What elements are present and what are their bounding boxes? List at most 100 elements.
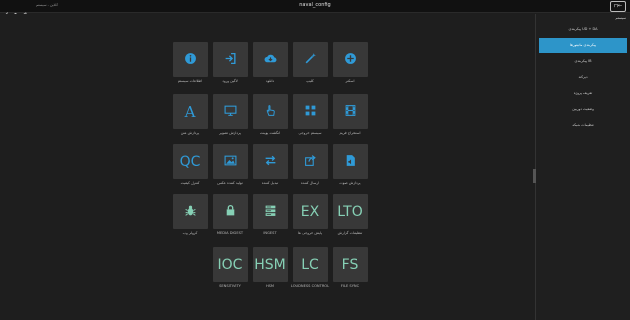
app-tile[interactable]: ارسال کننده xyxy=(290,144,330,185)
app-tile[interactable]: کرولر وب xyxy=(170,194,210,235)
tile-label: تبدیل کننده xyxy=(261,181,279,185)
main-area: اطلاعات سیستم لاگین ورود دانلود کلیپ اسکنر A پ… xyxy=(0,14,535,320)
tile-label: FILE SYNC xyxy=(340,284,360,288)
tile-label: LOUDNESS CONTROL xyxy=(290,284,330,288)
tile-label: لاگین ورود xyxy=(222,79,238,83)
tile-abbreviation: LTO xyxy=(337,203,363,220)
info-icon xyxy=(184,50,197,69)
tile-abbreviation: EX xyxy=(300,203,320,220)
app-tile[interactable]: استخراج فریم xyxy=(330,94,370,135)
tile-label: انگشت پوینت xyxy=(259,131,281,135)
tile-label: پردازش تصویر xyxy=(219,131,241,135)
app-tile[interactable]: EX پایش خروجی ها xyxy=(290,194,330,235)
tile-label: MEDIA DIGEST xyxy=(216,231,244,235)
tile-label: کنترل کیفیت xyxy=(180,181,200,185)
app-tile[interactable]: تولید کننده عکس xyxy=(210,144,250,185)
app-tile[interactable]: کلیپ xyxy=(290,42,330,83)
tile-label: اسکنر xyxy=(345,79,355,83)
app-tile-button[interactable]: EX xyxy=(292,194,328,229)
app-tile-button[interactable]: A xyxy=(172,94,208,129)
sidebar-item[interactable]: دیرکتد xyxy=(539,70,627,85)
app-tile-button[interactable] xyxy=(332,42,368,77)
app-tile-button[interactable]: HSM xyxy=(252,247,288,282)
bug-icon xyxy=(184,202,197,221)
top-bar: آنلاین - سیستم naval_config ⊓← xyxy=(0,0,630,18)
app-tile-button[interactable]: QC xyxy=(172,144,208,179)
app-tile-button[interactable] xyxy=(292,144,328,179)
tile-label: تولید کننده عکس xyxy=(217,181,243,185)
app-tile[interactable]: QC کنترل کیفیت xyxy=(170,144,210,185)
tile-label: سیستم خروجی xyxy=(298,131,322,135)
app-logo: ⊓← xyxy=(610,1,626,12)
app-tile[interactable]: اطلاعات سیستم xyxy=(170,42,210,83)
app-tile-button[interactable] xyxy=(332,94,368,129)
app-tile-button[interactable] xyxy=(252,42,288,77)
app-tile-button[interactable]: LTO xyxy=(332,194,368,229)
app-tile[interactable]: MEDIA DIGEST xyxy=(210,194,250,235)
image-icon xyxy=(224,152,237,171)
sidebar-item[interactable]: تنظیمات شبکه xyxy=(539,118,627,133)
tile-abbreviation: QC xyxy=(179,153,201,170)
tile-label: پردازش متن xyxy=(180,131,200,135)
app-tile[interactable]: انگشت پوینت xyxy=(250,94,290,135)
app-tile-button[interactable] xyxy=(292,94,328,129)
app-tile[interactable]: دانلود xyxy=(250,42,290,83)
app-tile-button[interactable] xyxy=(252,94,288,129)
tile-label: پردازش صوت xyxy=(339,181,361,185)
app-tile-button[interactable] xyxy=(332,144,368,179)
app-tile[interactable]: لاگین ورود xyxy=(210,42,250,83)
app-tile-button[interactable] xyxy=(212,194,248,229)
app-tile-button[interactable]: LC xyxy=(292,247,328,282)
app-tile[interactable]: HSM HSM xyxy=(250,247,290,288)
app-tile-button[interactable] xyxy=(212,144,248,179)
tile-label: SENSITIVITY xyxy=(219,284,241,288)
app-tile[interactable]: IOC SENSITIVITY xyxy=(210,247,250,288)
magic-wand-icon xyxy=(304,50,317,69)
tile-abbreviation: FS xyxy=(341,256,359,273)
tile-label: ارسال کننده xyxy=(300,181,320,185)
sidebar-item[interactable]: پیکربندی مانیتورها xyxy=(539,38,627,53)
app-tile[interactable]: پردازش صوت xyxy=(330,144,370,185)
app-tile-button[interactable] xyxy=(252,144,288,179)
app-tile-button[interactable] xyxy=(292,42,328,77)
tile-label: استخراج فریم xyxy=(339,131,361,135)
app-tile[interactable]: پردازش تصویر xyxy=(210,94,250,135)
app-tile[interactable]: FS FILE SYNC xyxy=(330,247,370,288)
sidebar-list: پیکربندی UD + DA پیکربندی مانیتورها پیکربن… xyxy=(539,22,627,134)
lock-icon xyxy=(224,202,237,221)
app-tile-button[interactable] xyxy=(252,194,288,229)
tile-label: کلیپ xyxy=(306,79,314,83)
cloud-download-icon xyxy=(264,50,277,69)
server-icon xyxy=(264,202,277,221)
app-tile[interactable]: تبدیل کننده xyxy=(250,144,290,185)
window-title: naval_config xyxy=(299,2,331,8)
tile-label: HSM xyxy=(265,284,275,288)
plus-circle-icon xyxy=(344,50,357,69)
app-tile-button[interactable] xyxy=(212,94,248,129)
app-tile-button[interactable]: FS xyxy=(332,247,368,282)
sidebar-item[interactable]: تعریف پروژه xyxy=(539,86,627,101)
exchange-icon xyxy=(264,152,277,171)
app-tile[interactable]: اسکنر xyxy=(330,42,370,83)
app-tile-button[interactable] xyxy=(172,194,208,229)
tile-abbreviation: HSM xyxy=(254,256,286,273)
tile-abbreviation: LC xyxy=(301,256,319,273)
app-tile-button[interactable] xyxy=(212,42,248,77)
monitor-icon xyxy=(224,102,237,121)
tile-label: دانلود xyxy=(265,79,275,83)
tile-label: اطلاعات سیستم xyxy=(177,79,203,83)
app-tile-button[interactable]: IOC xyxy=(212,247,248,282)
panel-icon xyxy=(304,102,317,121)
app-tile[interactable]: INGEST xyxy=(250,194,290,235)
app-tile[interactable]: LTO تنظیمات گزارش xyxy=(330,194,370,235)
app-tile[interactable]: A پردازش متن xyxy=(170,94,210,135)
sidebar-resize-handle[interactable] xyxy=(533,169,536,183)
app-tile[interactable]: LC LOUDNESS CONTROL xyxy=(290,247,330,288)
app-tile[interactable]: سیستم خروجی xyxy=(290,94,330,135)
sidebar-item[interactable]: وضعیت دوربین xyxy=(539,102,627,117)
tile-abbreviation: IOC xyxy=(217,256,243,273)
sidebar-item[interactable]: پیکربندی UD + DA xyxy=(539,22,627,37)
sidebar-item[interactable]: پیکربندی IB xyxy=(539,54,627,69)
app-tile-button[interactable] xyxy=(172,42,208,77)
tile-label: کرولر وب xyxy=(182,231,198,235)
